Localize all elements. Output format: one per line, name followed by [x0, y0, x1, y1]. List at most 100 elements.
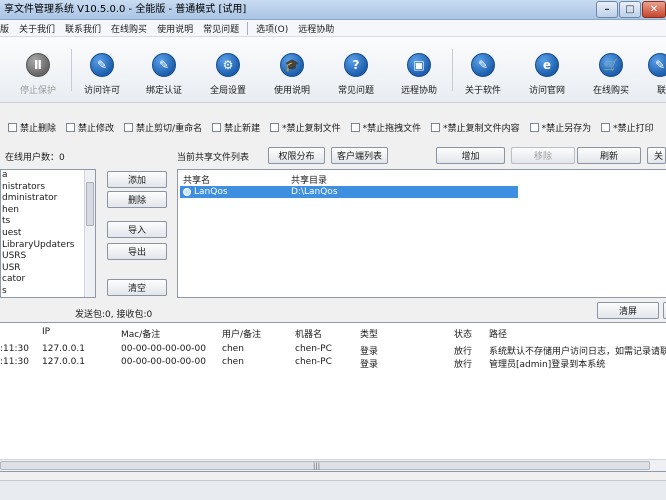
delete-user-button[interactable]: 删除	[107, 191, 167, 208]
table-row[interactable]: :11:30 127.0.0.1 00-00-00-00-00-00 chen …	[0, 343, 666, 357]
no-copy-content-checkbox[interactable]: *禁止复制文件内容	[431, 121, 520, 134]
list-item[interactable]: LibraryUpdaters	[1, 240, 95, 252]
status-bar	[0, 480, 666, 500]
column-header-user[interactable]: 用户/备注	[222, 327, 261, 340]
add-share-button[interactable]: 增加	[436, 147, 505, 164]
checkbox-box[interactable]	[212, 122, 222, 132]
table-row[interactable]: :11:30 127.0.0.1 00-00-00-00-00-00 chen …	[0, 356, 666, 370]
permission-distribution-button[interactable]: 权限分布	[268, 147, 325, 164]
scrollbar-thumb[interactable]	[86, 182, 94, 226]
column-header-mac[interactable]: Mac/备注	[121, 327, 160, 340]
menu-item-contact[interactable]: 联系我们	[60, 22, 106, 35]
close-share-button[interactable]: 关	[647, 147, 666, 164]
bind-auth-button[interactable]: ✎ 绑定认证	[133, 43, 195, 96]
list-item[interactable]: a	[1, 170, 95, 182]
checkbox-box[interactable]	[431, 122, 441, 132]
menu-item-help[interactable]: 使用说明	[152, 22, 198, 35]
no-create-checkbox[interactable]: 禁止新建	[212, 121, 260, 134]
column-header-status[interactable]: 状态	[454, 327, 472, 340]
log-header-row: IP Mac/备注 用户/备注 机器名 类型 状态 路径	[0, 326, 666, 340]
checkbox-label: 禁止修改	[78, 123, 115, 134]
share-list-title: 当前共享文件列表	[177, 153, 250, 163]
no-save-as-checkbox[interactable]: *禁止另存为	[529, 121, 591, 134]
export-button[interactable]: 导出	[107, 243, 167, 260]
maximize-button[interactable]: □	[619, 1, 641, 18]
log-horizontal-scrollbar[interactable]: |||	[0, 459, 666, 471]
no-delete-checkbox[interactable]: 禁止删除	[8, 121, 56, 134]
stop-protect-button[interactable]: Ⅱ 停止保护	[7, 43, 69, 96]
faq-button[interactable]: ? 常见问题	[325, 43, 387, 96]
table-row[interactable]: LanQos D:\LanQos	[180, 186, 518, 198]
list-item[interactable]: uest	[1, 228, 95, 240]
list-item[interactable]: cator	[1, 274, 95, 286]
clear-screen-button[interactable]: 清屏	[597, 302, 659, 319]
checkbox-box[interactable]	[350, 122, 360, 132]
clear-users-button[interactable]: 清空	[107, 279, 167, 296]
column-header-share-name[interactable]: 共享名	[183, 173, 210, 186]
access-log-table[interactable]: IP Mac/备注 用户/备注 机器名 类型 状态 路径 :11:30 127.…	[0, 322, 666, 472]
about-software-button[interactable]: ✎ 关于软件	[452, 43, 514, 96]
list-item[interactable]: ts	[1, 216, 95, 228]
list-item[interactable]: hen	[1, 205, 95, 217]
no-drag-file-checkbox[interactable]: *禁止拖拽文件	[350, 121, 421, 134]
checkbox-box[interactable]	[124, 122, 134, 132]
remove-share-button[interactable]: 移除	[511, 147, 575, 164]
buy-online-button[interactable]: 🛒 在线购买	[580, 43, 642, 96]
remote-assist-button[interactable]: ▣ 远程协助	[388, 43, 450, 96]
checkbox-box[interactable]	[66, 122, 76, 132]
menu-item-options[interactable]: 选项(O)	[251, 22, 293, 35]
no-modify-checkbox[interactable]: 禁止修改	[66, 121, 114, 134]
no-cut-rename-checkbox[interactable]: 禁止剪切/重命名	[124, 121, 202, 134]
visit-website-button[interactable]: e 访问官网	[516, 43, 578, 96]
tool-label: 绑定认证	[145, 86, 182, 96]
log-machine: chen-PC	[295, 357, 332, 367]
column-header-ip[interactable]: IP	[42, 327, 50, 337]
question-icon: ?	[344, 53, 368, 77]
contact-button[interactable]: ✎ 联	[640, 43, 666, 96]
access-permission-button[interactable]: ✎ 访问许可	[71, 43, 133, 96]
no-print-checkbox[interactable]: *禁止打印	[601, 121, 654, 134]
close-button[interactable]: ✕	[642, 1, 666, 18]
log-ip: 127.0.0.1	[42, 357, 85, 367]
checkbox-label: *禁止复制文件内容	[443, 123, 520, 134]
column-header-type[interactable]: 类型	[360, 327, 378, 340]
checkbox-label: *禁止打印	[613, 123, 654, 134]
global-settings-button[interactable]: ⚙ 全局设置	[197, 43, 259, 96]
refresh-button[interactable]: 刷新	[577, 147, 641, 164]
share-list[interactable]: 共享名 共享目录 LanQos D:\LanQos	[177, 169, 666, 298]
minimize-button[interactable]: –	[596, 1, 618, 18]
client-list-button[interactable]: 客户端列表	[331, 147, 388, 164]
checkbox-box[interactable]	[529, 122, 539, 132]
user-guide-button[interactable]: 🎓 使用说明	[261, 43, 323, 96]
menu-item-faq[interactable]: 常见问题	[198, 22, 244, 35]
menu-item-buy[interactable]: 在线购买	[106, 22, 152, 35]
no-copy-file-checkbox[interactable]: *禁止复制文件	[270, 121, 341, 134]
column-header-share-dir[interactable]: 共享目录	[291, 173, 327, 186]
list-item[interactable]: dministrator	[1, 193, 95, 205]
list-item[interactable]: USRS	[1, 251, 95, 263]
log-ip: 127.0.0.1	[42, 344, 85, 354]
list-item[interactable]: nistrators	[1, 182, 95, 194]
tool-label: 访问官网	[528, 86, 565, 96]
checkbox-box[interactable]	[8, 122, 17, 132]
list-item[interactable]: USR	[1, 263, 95, 275]
checkbox-box[interactable]	[270, 122, 280, 132]
user-list-scrollbar[interactable]	[84, 170, 95, 297]
share-name-cell: LanQos	[194, 187, 228, 197]
menu-item-version[interactable]: 版	[0, 22, 14, 35]
import-button[interactable]: 导入	[107, 221, 167, 238]
checkbox-box[interactable]	[601, 122, 611, 132]
menu-item-remote[interactable]: 远程协助	[293, 22, 339, 35]
column-header-path[interactable]: 路径	[489, 327, 507, 340]
log-type: 登录	[360, 360, 379, 370]
log-machine: chen-PC	[295, 344, 332, 354]
log-time: :11:30	[0, 344, 29, 354]
add-user-button[interactable]: 添加	[107, 171, 167, 188]
log-path: 管理员[admin]登录到本系统	[489, 360, 606, 370]
scrollbar-thumb[interactable]	[0, 461, 650, 470]
column-header-machine[interactable]: 机器名	[295, 327, 322, 340]
list-item[interactable]: s	[1, 286, 95, 297]
menu-item-about[interactable]: 关于我们	[14, 22, 60, 35]
checkbox-label: 禁止删除	[20, 123, 57, 134]
user-list[interactable]: a nistrators dministrator hen ts uest Li…	[0, 169, 96, 298]
